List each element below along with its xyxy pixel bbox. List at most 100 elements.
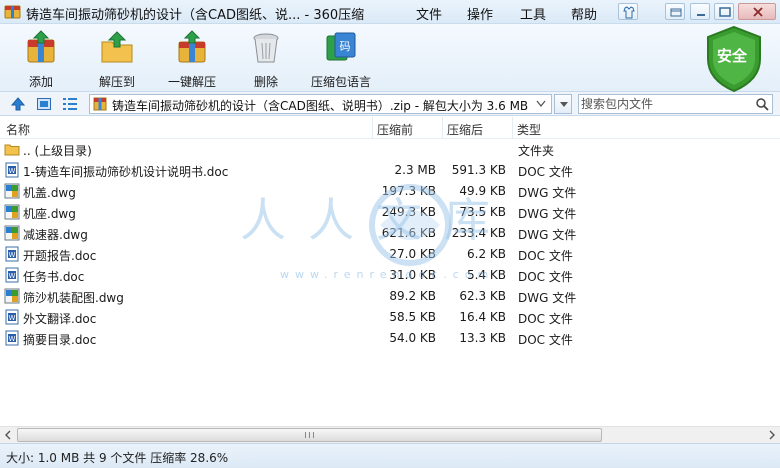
- horizontal-scrollbar[interactable]: [0, 426, 780, 443]
- table-row[interactable]: 机座.dwg 249.3 KB 73.5 KB DWG 文件: [0, 202, 780, 223]
- file-original-size: 621.6 KB: [381, 226, 436, 240]
- file-name: 筛沙机装配图.dwg: [23, 291, 124, 305]
- add-archive-icon: [27, 30, 55, 63]
- file-packed-size: 49.9 KB: [459, 184, 506, 198]
- file-original-size: 249.3 KB: [381, 205, 436, 219]
- menu-tools[interactable]: 工具: [520, 4, 546, 23]
- file-original-size: 89.2 KB: [389, 289, 436, 303]
- list-view-icon[interactable]: [62, 96, 78, 112]
- add-button[interactable]: 添加: [14, 28, 68, 89]
- svg-text:W: W: [9, 314, 16, 322]
- file-packed-size: 5.4 KB: [467, 268, 506, 282]
- chevron-down-icon[interactable]: [535, 96, 547, 112]
- table-row[interactable]: W 开题报告.doc 27.0 KB 6.2 KB DOC 文件: [0, 244, 780, 265]
- menu-operation[interactable]: 操作: [467, 4, 493, 23]
- minimize-icon: [697, 14, 705, 16]
- scroll-left-arrow-icon[interactable]: [0, 427, 17, 443]
- close-icon: [753, 7, 763, 17]
- column-header-packed-size[interactable]: 压缩后: [447, 121, 483, 138]
- file-name: 摘要目录.doc: [23, 333, 97, 347]
- scroll-right-arrow-icon[interactable]: [763, 427, 780, 443]
- table-row[interactable]: 减速器.dwg 621.6 KB 233.4 KB DWG 文件: [0, 223, 780, 244]
- file-packed-size: 62.3 KB: [459, 289, 506, 303]
- file-name: 减速器.dwg: [23, 228, 88, 242]
- shirt-icon: [623, 6, 635, 19]
- file-name: 机座.dwg: [23, 207, 76, 221]
- dwg-file-icon: [4, 183, 20, 199]
- column-header-type[interactable]: 类型: [517, 121, 541, 138]
- file-type: DOC 文件: [518, 249, 573, 263]
- status-bar: 大小: 1.0 MB 共 9 个文件 压缩率 28.6%: [0, 443, 780, 468]
- dwg-file-icon: [4, 288, 20, 304]
- column-divider[interactable]: [372, 117, 373, 139]
- maximize-button[interactable]: [714, 3, 734, 20]
- menu-help[interactable]: 帮助: [571, 4, 597, 23]
- column-divider[interactable]: [442, 117, 443, 139]
- doc-file-icon: W: [5, 162, 19, 178]
- status-text: 大小: 1.0 MB 共 9 个文件 压缩率 28.6%: [6, 451, 229, 465]
- menu-icon: [670, 8, 682, 17]
- svg-text:W: W: [9, 335, 16, 343]
- path-dropdown-button[interactable]: [554, 94, 572, 114]
- delete-button[interactable]: 删除: [240, 28, 292, 89]
- column-header-original-size[interactable]: 压缩前: [377, 121, 413, 138]
- extract-to-button[interactable]: 解压到: [90, 28, 144, 89]
- file-type: DWG 文件: [518, 186, 577, 200]
- table-row[interactable]: 机盖.dwg 197.3 KB 49.9 KB DWG 文件: [0, 181, 780, 202]
- svg-text:W: W: [9, 167, 16, 175]
- svg-text:W: W: [9, 272, 16, 280]
- file-type: DWG 文件: [518, 207, 577, 221]
- file-packed-size: 591.3 KB: [451, 163, 506, 177]
- maximize-icon: [719, 7, 731, 17]
- toolbar: 添加 解压到 一键解压 删除 码 压缩包语言: [0, 24, 780, 92]
- table-row[interactable]: W 任务书.doc 31.0 KB 5.4 KB DOC 文件: [0, 265, 780, 286]
- one-click-extract-icon: [178, 30, 206, 63]
- file-name: 外文翻译.doc: [23, 312, 97, 326]
- table-row[interactable]: 筛沙机装配图.dwg 89.2 KB 62.3 KB DWG 文件: [0, 286, 780, 307]
- doc-file-icon: W: [5, 309, 19, 325]
- search-icon[interactable]: [755, 97, 769, 111]
- file-name: 开题报告.doc: [23, 249, 97, 263]
- file-type: DOC 文件: [518, 165, 573, 179]
- search-input[interactable]: [581, 96, 751, 112]
- file-name: 机盖.dwg: [23, 186, 76, 200]
- menu-file[interactable]: 文件: [416, 4, 442, 23]
- column-header-name[interactable]: 名称: [6, 121, 30, 138]
- file-original-size: 27.0 KB: [389, 247, 436, 261]
- table-row[interactable]: .. (上级目录) 文件夹: [0, 139, 780, 160]
- archive-language-button[interactable]: 码 压缩包语言: [308, 28, 374, 89]
- archive-language-label: 压缩包语言: [310, 75, 371, 89]
- column-divider[interactable]: [512, 117, 513, 139]
- file-type: DOC 文件: [518, 270, 573, 284]
- file-original-size: 31.0 KB: [389, 268, 436, 282]
- list-header: 名称 压缩前 压缩后 类型: [0, 117, 780, 139]
- close-button[interactable]: [738, 3, 776, 20]
- file-name: 1-铸造车间振动筛砂机设计说明书.doc: [23, 165, 229, 179]
- file-name: 任务书.doc: [23, 270, 85, 284]
- file-type: 文件夹: [518, 144, 555, 158]
- minimize-button[interactable]: [690, 3, 710, 20]
- scrollbar-thumb[interactable]: [17, 428, 602, 442]
- table-row[interactable]: W 摘要目录.doc 54.0 KB 13.3 KB DOC 文件: [0, 328, 780, 349]
- file-original-size: 2.3 MB: [394, 163, 436, 177]
- file-name: .. (上级目录): [23, 144, 92, 158]
- table-row[interactable]: W 外文翻译.doc 58.5 KB 16.4 KB DOC 文件: [0, 307, 780, 328]
- zip-file-icon: [93, 97, 107, 111]
- skin-button[interactable]: [618, 3, 638, 20]
- folder-icon: [4, 144, 20, 156]
- path-box[interactable]: 铸造车间振动筛砂机的设计（含CAD图纸、说明书）.zip - 解包大小为 3.6…: [89, 94, 552, 114]
- one-click-extract-button[interactable]: 一键解压: [163, 28, 221, 89]
- file-packed-size: 233.4 KB: [451, 226, 506, 240]
- security-badge[interactable]: 安全: [704, 25, 764, 93]
- table-row[interactable]: W 1-铸造车间振动筛砂机设计说明书.doc 2.3 MB 591.3 KB D…: [0, 160, 780, 181]
- menu-button[interactable]: [665, 3, 685, 20]
- large-icons-view-icon[interactable]: [36, 96, 52, 112]
- svg-text:码: 码: [340, 40, 351, 53]
- window-title: 铸造车间振动筛砂机的设计（含CAD图纸、说... - 360压缩: [26, 8, 365, 23]
- file-type: DWG 文件: [518, 291, 577, 305]
- file-packed-size: 73.5 KB: [459, 205, 506, 219]
- up-arrow-icon[interactable]: [10, 96, 26, 112]
- delete-label: 删除: [253, 75, 278, 89]
- security-label: 安全: [717, 47, 748, 65]
- title-bar: 铸造车间振动筛砂机的设计（含CAD图纸、说... - 360压缩 文件 操作 工…: [0, 0, 780, 24]
